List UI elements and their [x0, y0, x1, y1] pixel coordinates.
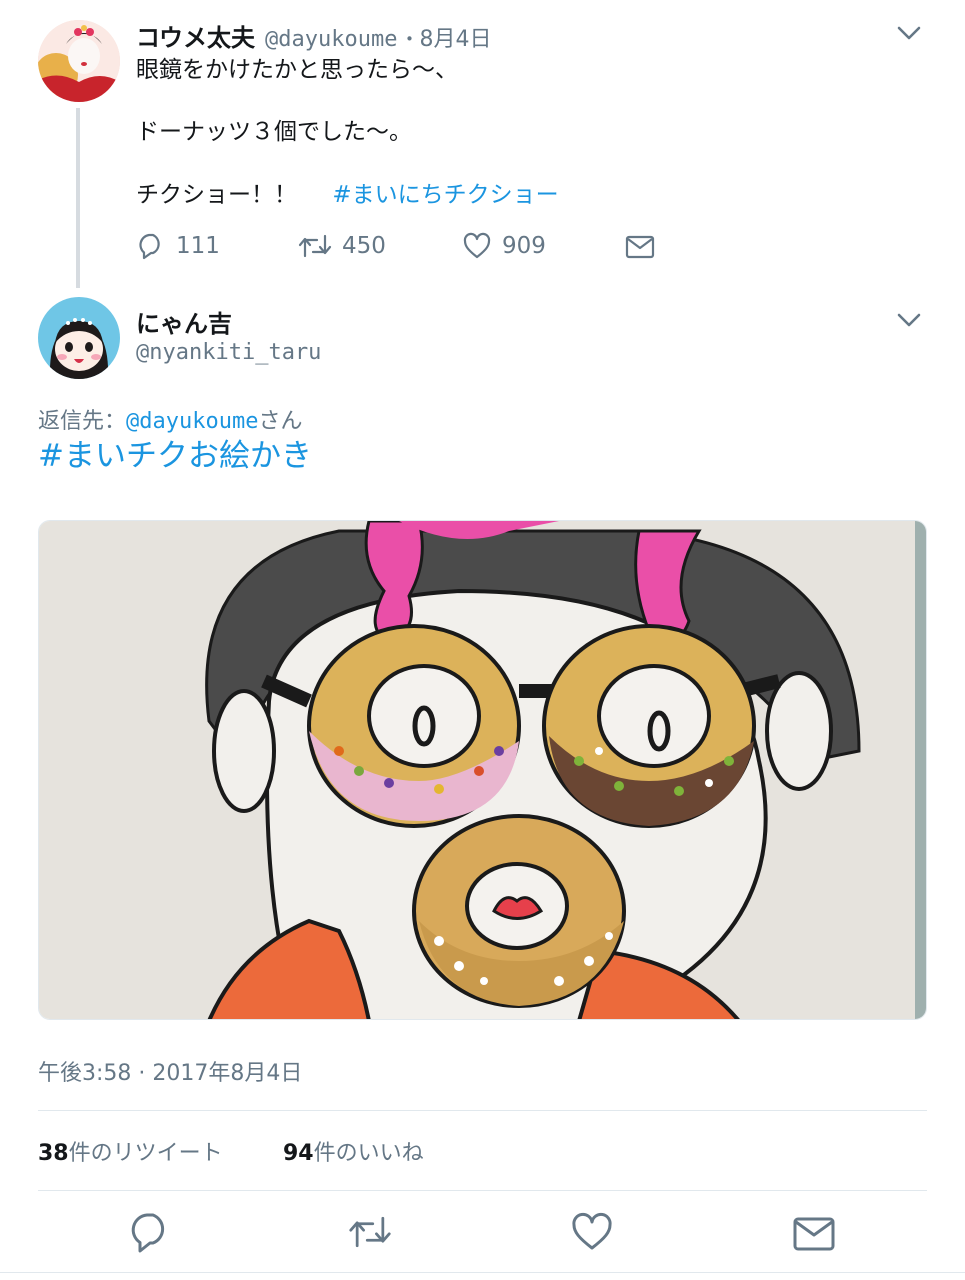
hashtag-maichiku[interactable]: #まいチクお絵かき [38, 436, 312, 476]
reply-handle[interactable]: @nyankiti_taru [136, 340, 321, 365]
reply-icon [139, 233, 160, 260]
divider-top [38, 1110, 927, 1111]
retweets-label: 件のリツイート [68, 1141, 223, 1166]
like-action[interactable]: 909 [462, 231, 546, 261]
retweet-stats[interactable]: 38件のリツイート [38, 1135, 223, 1167]
original-handle[interactable]: @dayukoume [265, 27, 397, 52]
retweet-icon [298, 234, 332, 258]
reply-icon[interactable] [128, 1210, 172, 1254]
tweet-line-2: ドーナッツ３個でした〜。 [136, 119, 412, 145]
original-display-name[interactable]: コウメ太夫 [136, 18, 255, 53]
message-icon[interactable] [792, 1212, 836, 1256]
replying-to: 返信先：@dayukoumeさん [38, 403, 302, 435]
likes-label: 件のいいね [313, 1141, 424, 1166]
tweet-line-1: 眼鏡をかけたかと思ったら〜、 [136, 57, 458, 83]
tweet-line-3-text: チクショー！！ [136, 182, 297, 208]
reply-count: 111 [176, 233, 220, 259]
avatar-nyankiti[interactable] [38, 297, 120, 379]
message-icon[interactable] [625, 234, 655, 260]
like-icon [463, 232, 491, 259]
likes-number: 94 [283, 1141, 314, 1166]
header-separator: ・ [399, 27, 420, 51]
replying-to-handle[interactable]: @dayukoume [126, 409, 258, 434]
chevron-down-icon[interactable] [896, 20, 922, 46]
chevron-down-icon[interactable] [896, 307, 922, 333]
tweet-timestamp[interactable]: 午後3:58 · 2017年8月4日 [38, 1055, 302, 1087]
replying-to-suffix: さん [258, 409, 303, 434]
original-date[interactable]: 8月4日 [420, 21, 492, 53]
replying-to-prefix: 返信先： [38, 409, 127, 434]
divider-bottom [38, 1190, 927, 1191]
divider-end [0, 1272, 965, 1273]
original-tweet-header: コウメ太夫 @dayukoume ・ 8月4日 [136, 18, 492, 53]
retweet-count: 450 [342, 233, 386, 259]
reply-action[interactable]: 111 [136, 231, 220, 261]
original-tweet-text: 眼鏡をかけたかと思ったら〜、 ドーナッツ３個でした〜。 チクショー！！ #まいに… [136, 54, 896, 211]
like-icon[interactable] [570, 1210, 614, 1254]
tweet-line-3: チクショー！！ #まいにちチクショー [136, 179, 896, 211]
retweet-icon[interactable] [348, 1210, 392, 1254]
thread-connector-line [76, 108, 80, 288]
like-stats[interactable]: 94件のいいね [283, 1135, 424, 1167]
like-count: 909 [502, 233, 546, 259]
retweets-number: 38 [38, 1141, 69, 1166]
reply-display-name[interactable]: にゃん吉 [136, 304, 232, 339]
hashtag-mainichi[interactable]: #まいにちチクショー [332, 182, 558, 208]
attached-drawing-image[interactable] [38, 520, 927, 1020]
avatar-dayukoume[interactable] [38, 20, 120, 102]
retweet-action[interactable]: 450 [298, 231, 386, 261]
